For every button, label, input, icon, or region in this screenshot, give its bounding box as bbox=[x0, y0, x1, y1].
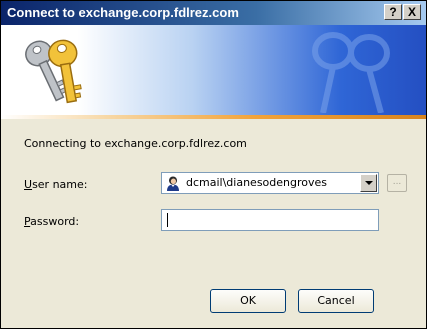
ok-button[interactable]: OK bbox=[210, 289, 286, 313]
header-banner bbox=[1, 25, 426, 115]
help-button[interactable]: ? bbox=[384, 4, 402, 20]
window-title: Connect to exchange.corp.fdlrez.com bbox=[7, 5, 239, 20]
close-button[interactable]: X bbox=[403, 4, 421, 20]
username-label: User name: bbox=[24, 178, 87, 191]
password-field[interactable] bbox=[161, 209, 379, 231]
user-icon bbox=[167, 176, 179, 191]
password-label-text: assword: bbox=[30, 215, 80, 228]
password-label: Password: bbox=[24, 215, 79, 228]
username-combobox[interactable]: dcmail\dianesodengroves bbox=[161, 172, 379, 194]
username-label-text: ser name: bbox=[32, 178, 88, 191]
chevron-down-icon[interactable] bbox=[360, 174, 377, 192]
title-bar[interactable]: Connect to exchange.corp.fdlrez.com ? X bbox=[1, 1, 426, 25]
keys-icon bbox=[25, 39, 82, 104]
credentials-dialog: Connect to exchange.corp.fdlrez.com ? X bbox=[0, 0, 427, 329]
cancel-button[interactable]: Cancel bbox=[298, 289, 374, 313]
text-caret bbox=[167, 213, 168, 227]
keys-watermark-icon bbox=[312, 32, 390, 113]
browse-button[interactable]: ... bbox=[387, 174, 407, 192]
dialog-content: Connecting to exchange.corp.fdlrez.com U… bbox=[1, 119, 426, 328]
username-label-accesskey: U bbox=[24, 178, 33, 191]
connecting-text: Connecting to exchange.corp.fdlrez.com bbox=[24, 137, 247, 150]
username-value: dcmail\dianesodengroves bbox=[186, 176, 328, 189]
